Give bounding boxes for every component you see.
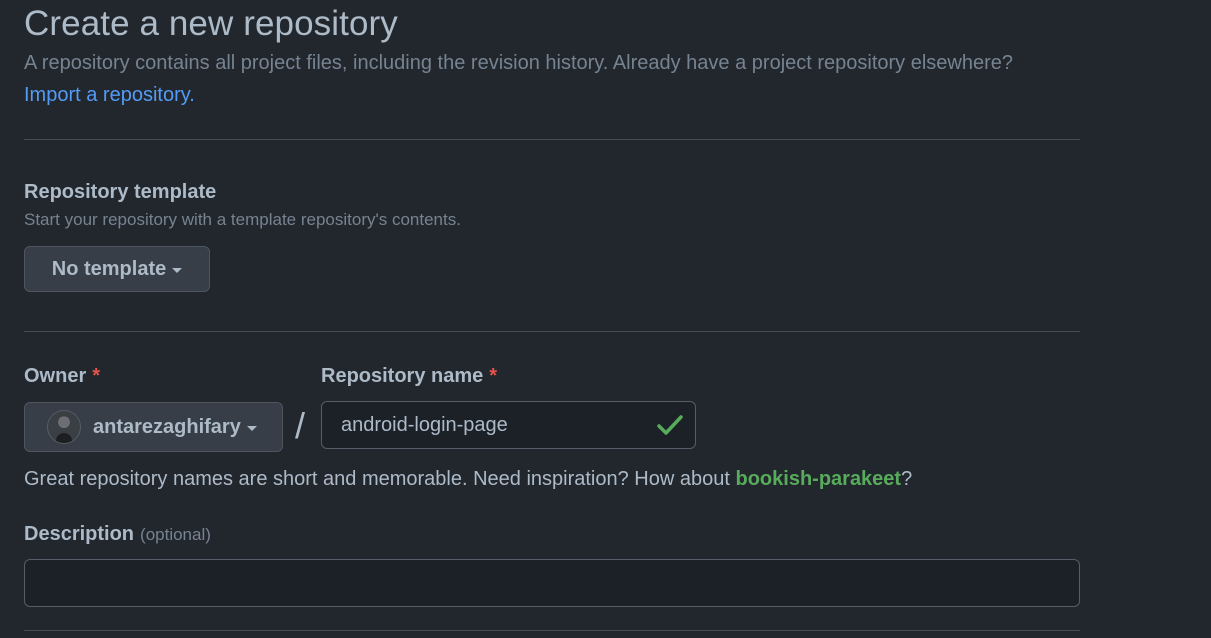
name-suggestion-link[interactable]: bookish-parakeet <box>735 468 901 490</box>
check-icon <box>657 415 683 435</box>
required-mark: * <box>92 365 101 387</box>
hint-suffix: ? <box>901 468 913 490</box>
owner-label-text: Owner <box>24 365 87 387</box>
repository-name-hint: Great repository names are short and mem… <box>24 468 912 491</box>
description-input[interactable] <box>24 559 1080 607</box>
owner-select-button[interactable]: antarezaghifary <box>24 402 283 452</box>
description-label-text: Description <box>24 523 135 545</box>
page-subtitle: A repository contains all project files,… <box>24 52 1014 74</box>
page-title: Create a new repository <box>24 4 398 43</box>
chevron-down-icon <box>172 267 183 273</box>
owner-name: antarezaghifary <box>93 415 241 438</box>
section-divider <box>24 139 1080 140</box>
repository-name-field <box>321 401 696 449</box>
hint-text: Great repository names are short and mem… <box>24 468 736 490</box>
avatar <box>47 410 81 444</box>
repository-template-note: Start your repository with a template re… <box>24 210 461 229</box>
template-select-label: No template <box>51 257 167 280</box>
create-repository-page: Create a new repository A repository con… <box>0 0 1211 638</box>
repository-name-input[interactable] <box>322 402 642 448</box>
owner-name-separator: / <box>295 405 306 446</box>
section-divider <box>24 331 1080 332</box>
repository-template-heading: Repository template <box>24 181 217 203</box>
optional-note: (optional) <box>140 525 211 544</box>
description-label: Description (optional) <box>24 523 211 546</box>
repository-name-label: Repository name * <box>321 365 497 388</box>
section-divider <box>24 630 1080 631</box>
repository-name-label-text: Repository name <box>321 365 484 387</box>
template-select-button[interactable]: No template <box>24 246 210 292</box>
owner-label: Owner * <box>24 365 100 388</box>
required-mark: * <box>489 365 498 387</box>
import-repository-link[interactable]: Import a repository. <box>24 84 195 107</box>
chevron-down-icon <box>246 425 257 431</box>
